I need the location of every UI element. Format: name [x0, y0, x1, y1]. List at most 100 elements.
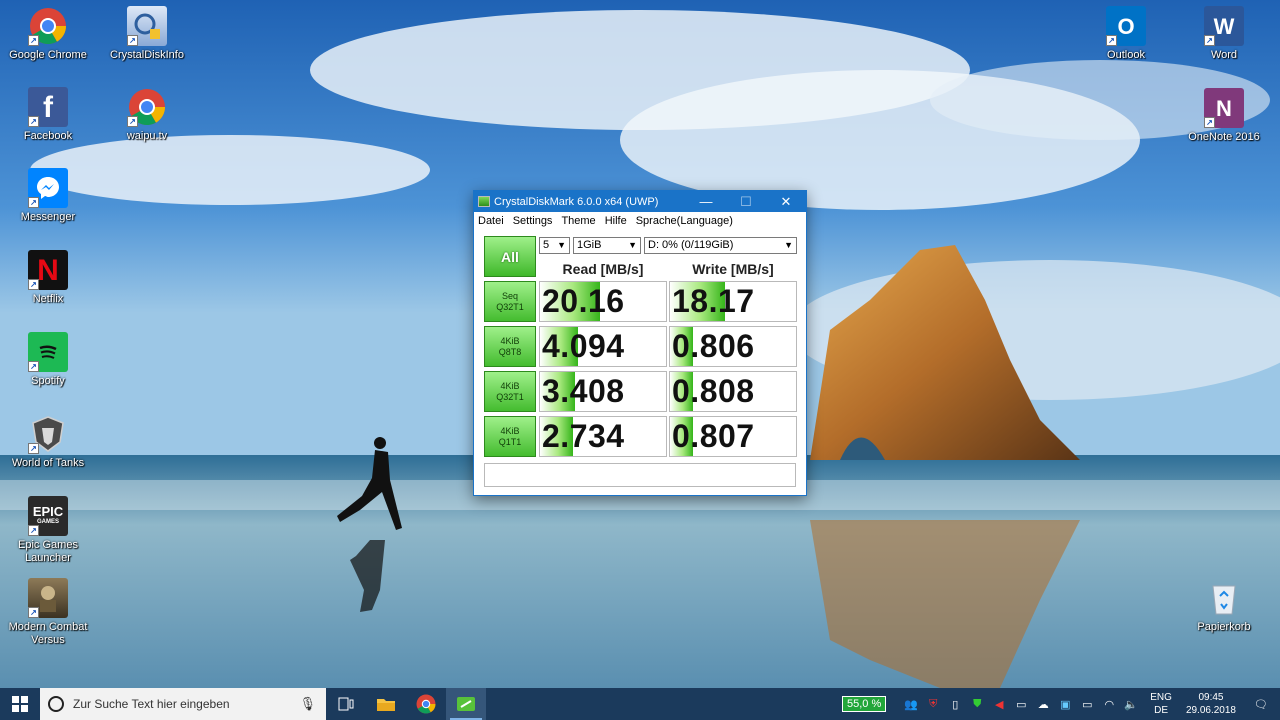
read-result-value: 3.408	[542, 373, 625, 409]
notification-center-icon[interactable]: 🗨	[1248, 688, 1274, 720]
4kib-q1t1-button[interactable]: 4KiB Q1T1	[484, 416, 536, 457]
network-drive-icon[interactable]: ▭	[1012, 688, 1030, 720]
desktop-icon-label: Google Chrome	[9, 49, 87, 61]
world-of-tanks-icon: ↗	[28, 414, 68, 454]
row-label-line1: 4KiB	[500, 425, 520, 436]
row-label-line2: Q32T1	[496, 391, 524, 402]
window-titlebar[interactable]: CrystalDiskMark 6.0.0 x64 (UWP) — ☐ ✕	[474, 191, 806, 212]
menu-theme[interactable]: Theme	[561, 215, 595, 227]
menu-datei[interactable]: Datei	[478, 215, 504, 227]
test-count-select[interactable]: 5 ▼	[539, 237, 570, 254]
row-label-line1: 4KiB	[500, 380, 520, 391]
benchmark-panel: All 5 ▼ 1GiB ▼ D: 0% (0/119GiB) ▼ Read [MB/…	[474, 230, 806, 495]
desktop-icon-label: World of Tanks	[11, 457, 85, 469]
desktop-icon-spotify[interactable]: ↗ Spotify	[0, 332, 96, 388]
task-view-icon	[338, 697, 354, 711]
taskbar-chrome[interactable]	[406, 688, 446, 720]
read-column-header: Read [MB/s]	[562, 261, 644, 277]
crystaldiskmark-window: CrystalDiskMark 6.0.0 x64 (UWP) — ☐ ✕ Da…	[473, 190, 807, 496]
desktop-icon-label: Papierkorb	[1197, 621, 1251, 633]
crystaldiskmark-app-icon	[478, 196, 490, 207]
people-icon[interactable]: 👥	[902, 688, 920, 720]
run-all-button[interactable]: All	[484, 236, 536, 277]
desktop-icon-chrome[interactable]: ↗ Google Chrome	[0, 6, 96, 62]
word-icon: W ↗	[1204, 6, 1244, 46]
netflix-icon: N ↗	[28, 250, 68, 290]
row-label-line2: Q32T1	[496, 301, 524, 312]
4kib-q32t1-button[interactable]: 4KiB Q32T1	[484, 371, 536, 412]
desktop-icon-netflix[interactable]: N ↗ Netflix	[0, 250, 96, 306]
desktop-icon-outlook[interactable]: O ↗ Outlook	[1078, 6, 1174, 62]
desktop-icon-label: Netflix	[32, 293, 64, 305]
row-label-line2: Q1T1	[498, 436, 522, 447]
wifi-icon[interactable]: ◠	[1100, 688, 1118, 720]
desktop-icon-onenote[interactable]: N ↗ OneNote 2016	[1176, 88, 1272, 144]
read-result-cell: 4.094	[539, 326, 667, 367]
language-indicator[interactable]: ENG DE	[1150, 691, 1172, 717]
close-button[interactable]: ✕	[766, 191, 806, 212]
write-result-cell: 0.807	[669, 416, 797, 457]
battery-percentage-badge[interactable]: 55,0 %	[842, 696, 887, 712]
row-label-line2: Q8T8	[498, 346, 522, 357]
clock[interactable]: 09:45 29.06.2018	[1186, 691, 1236, 717]
desktop-icon-world-of-tanks[interactable]: ↗ World of Tanks	[0, 414, 96, 470]
cortana-icon	[48, 696, 64, 712]
desktop-icon-waipu[interactable]: ↗ waipu.tv	[99, 87, 195, 143]
menu-hilfe[interactable]: Hilfe	[605, 215, 627, 227]
facebook-icon: f ↗	[28, 87, 68, 127]
desktop-icon-label: Modern Combat Versus	[8, 621, 88, 646]
write-result-value: 18.17	[672, 283, 755, 319]
drive-select[interactable]: D: 0% (0/119GiB) ▼	[644, 237, 797, 254]
desktop-icon-crystaldiskinfo[interactable]: ↗ CrystalDiskInfo	[99, 6, 195, 62]
update-icon[interactable]: ▣	[1056, 688, 1074, 720]
clock-date: 29.06.2018	[1185, 705, 1236, 716]
desktop-icon-label: OneNote 2016	[1188, 131, 1260, 143]
test-size-select[interactable]: 1GiB ▼	[573, 237, 641, 254]
flag-icon[interactable]: ◀	[990, 688, 1008, 720]
task-view-button[interactable]	[326, 688, 366, 720]
battery-icon[interactable]: ▭	[1078, 688, 1096, 720]
desktop-icon-label: waipu.tv	[126, 130, 168, 142]
desktop-icon-label: Epic Games Launcher	[18, 539, 78, 564]
taskbar-explorer[interactable]	[366, 688, 406, 720]
desktop-icon-recycle-bin[interactable]: Papierkorb	[1176, 578, 1272, 634]
desktop-icon-epic-games[interactable]: EPIC GAMES ↗ Epic Games Launcher	[0, 496, 96, 565]
write-result-value: 0.807	[672, 418, 755, 454]
write-column-header: Write [MB/s]	[692, 261, 774, 277]
outlook-icon: O ↗	[1106, 6, 1146, 46]
menu-settings[interactable]: Settings	[513, 215, 553, 227]
desktop-icon-word[interactable]: W ↗ Word	[1176, 6, 1272, 62]
onedrive-icon[interactable]: ☁	[1034, 688, 1052, 720]
start-button[interactable]	[0, 688, 40, 720]
read-result-value: 4.094	[542, 328, 625, 364]
maximize-button[interactable]: ☐	[726, 191, 766, 212]
minimize-button[interactable]: —	[686, 191, 726, 212]
epic-games-icon: EPIC GAMES ↗	[28, 496, 68, 536]
4kib-q8t8-button[interactable]: 4KiB Q8T8	[484, 326, 536, 367]
desktop-icon-messenger[interactable]: ↗ Messenger	[0, 168, 96, 224]
menu-language[interactable]: Sprache(Language)	[636, 215, 733, 227]
antivirus-icon[interactable]: ⛨	[924, 688, 942, 720]
spotify-icon: ↗	[28, 332, 68, 372]
epic-logo-sub: GAMES	[36, 519, 59, 525]
read-result-cell: 3.408	[539, 371, 667, 412]
desktop-icon-facebook[interactable]: f ↗ Facebook	[0, 87, 96, 143]
taskbar-crystaldiskmark[interactable]	[446, 688, 486, 720]
desktop-icon-label: Word	[1210, 49, 1238, 61]
taskbar-search-box[interactable]: Zur Suche Text hier eingeben 🎙	[40, 688, 326, 720]
microphone-icon[interactable]: 🎙	[299, 696, 316, 712]
comment-input[interactable]	[484, 463, 796, 487]
defender-shield-icon[interactable]: ⛊	[968, 688, 986, 720]
test-size-value: 1GiB	[577, 239, 602, 251]
usb-device-icon[interactable]: ▯	[946, 688, 964, 720]
chrome-icon: ↗	[28, 6, 68, 46]
recycle-bin-icon	[1204, 578, 1244, 618]
crystaldiskinfo-icon: ↗	[127, 6, 167, 46]
crystaldiskmark-icon	[457, 697, 475, 711]
clock-time: 09:45	[1198, 692, 1224, 703]
desktop-icon-modern-combat[interactable]: ↗ Modern Combat Versus	[0, 578, 96, 647]
windows-logo-icon	[12, 696, 28, 712]
file-explorer-icon	[377, 699, 395, 711]
seq-q32t1-button[interactable]: Seq Q32T1	[484, 281, 536, 322]
volume-icon[interactable]: 🔈	[1122, 688, 1140, 720]
